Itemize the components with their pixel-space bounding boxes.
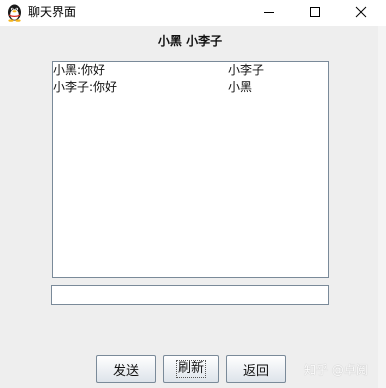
message-recipient: 小李子 <box>228 63 265 77</box>
message-list[interactable]: 小黑:你好 小李子 小李子:你好 小黑 <box>52 61 329 278</box>
back-button[interactable]: 返回 <box>226 355 286 383</box>
message-text: 小黑:你好 <box>53 63 106 77</box>
close-button[interactable] <box>338 0 384 24</box>
minimize-icon <box>264 12 274 13</box>
refresh-button-label: 刷新 <box>175 360 206 378</box>
maximize-icon <box>310 7 320 17</box>
refresh-button[interactable]: 刷新 <box>163 355 219 383</box>
watermark: 知乎 @卓阅 <box>304 363 368 377</box>
qq-penguin-icon <box>8 4 21 22</box>
chat-participants-header: 小黑 小李子 <box>157 34 223 48</box>
send-button[interactable]: 发送 <box>96 355 156 383</box>
title-bar[interactable]: 聊天界面 <box>0 0 386 26</box>
window-title: 聊天界面 <box>28 5 77 19</box>
message-input[interactable] <box>51 285 329 305</box>
message-row[interactable]: 小李子:你好 小黑 <box>53 79 328 96</box>
close-icon <box>355 6 367 18</box>
message-row[interactable]: 小黑:你好 小李子 <box>53 62 328 79</box>
message-recipient: 小黑 <box>228 80 253 94</box>
window-edge <box>378 26 386 388</box>
maximize-button[interactable] <box>292 0 338 24</box>
minimize-button[interactable] <box>246 0 292 24</box>
chat-window: 聊天界面 小黑 小李子 小黑:你好 小李子 小李子:你好 小黑 发送 刷新 返回… <box>0 0 386 388</box>
message-text: 小李子:你好 <box>53 80 118 94</box>
